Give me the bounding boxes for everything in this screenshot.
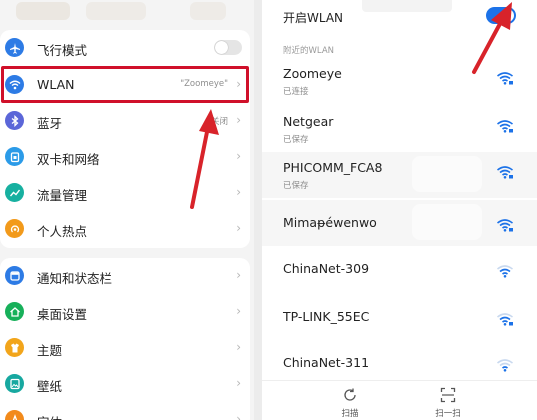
wlan-panel: 开启WLAN 附近的WLAN Zoomeye 已连接 Netgear 已保存 PHICO… (262, 0, 537, 420)
settings-item-hotspot[interactable]: 个人热点 › (0, 211, 250, 247)
bluetooth-status-value: 关闭 (210, 117, 228, 127)
settings-item-theme[interactable]: 主题 › (0, 330, 250, 366)
chevron-right-icon: › (236, 113, 241, 127)
wlan-toggle[interactable] (486, 7, 516, 24)
chart-icon (5, 183, 24, 202)
settings-item-bluetooth[interactable]: 蓝牙 关闭 › (0, 103, 250, 139)
network-status: 已保存 (283, 135, 309, 145)
network-name: PHICOMM_FCA8 (283, 160, 383, 175)
settings-item-label: 桌面设置 (37, 307, 88, 322)
wifi-signal-icon (497, 166, 513, 179)
bottom-bar: 扫描 扫一扫 (262, 380, 537, 420)
settings-item-label: 通知和状态栏 (37, 271, 113, 286)
network-name: ChinaNet-309 (283, 261, 370, 276)
wlan-toggle-row[interactable]: 开启WLAN (262, 0, 537, 38)
blur-patch (412, 204, 482, 240)
network-name: Mimaᵽéwenwo (283, 215, 377, 230)
network-name: Netgear (283, 114, 334, 129)
chevron-right-icon: › (236, 268, 241, 282)
settings-panel: 飞行模式 WLAN "Zoomeye" › 蓝牙 关闭 › 双卡和网络 › 流量… (0, 0, 262, 420)
settings-item-home-screen[interactable]: 桌面设置 › (0, 294, 250, 330)
settings-card-personalization: 通知和状态栏 › 桌面设置 › 主题 › 壁纸 › › (0, 258, 250, 420)
wifi-signal-icon (497, 359, 513, 372)
nearby-wlan-header: 附近的WLAN (283, 46, 335, 56)
wifi-signal-icon (497, 72, 513, 85)
settings-item-label: 主题 (37, 343, 63, 358)
chevron-right-icon: › (236, 221, 241, 235)
blur-patch (412, 156, 482, 192)
wifi-signal-icon (497, 219, 513, 232)
notification-icon (5, 266, 24, 285)
scan-label: 扫描 (341, 409, 359, 419)
wifi-network-item[interactable]: Zoomeye 已连接 (262, 58, 537, 104)
qr-scan-label: 扫一扫 (435, 409, 461, 419)
wlan-toggle-label: 开启WLAN (283, 11, 344, 25)
network-name: ChinaNet-311 (283, 355, 370, 370)
network-name: TP-LINK_55EC (283, 309, 370, 324)
home-icon (5, 302, 24, 321)
wifi-signal-icon (497, 313, 513, 326)
settings-item-dual-sim[interactable]: 双卡和网络 › (0, 139, 250, 175)
hotspot-icon (5, 219, 24, 238)
network-status: 已连接 (283, 87, 309, 97)
chevron-right-icon: › (236, 149, 241, 163)
chevron-right-icon: › (236, 376, 241, 390)
scan-button[interactable]: 扫描 (320, 387, 380, 419)
network-name: Zoomeye (283, 66, 342, 81)
settings-item-label: 双卡和网络 (37, 152, 100, 167)
wifi-network-item[interactable]: ChinaNet-309 (262, 246, 537, 292)
scan-icon (440, 387, 456, 403)
wifi-signal-icon (497, 265, 513, 278)
airplane-icon (5, 38, 24, 57)
wifi-network-item[interactable]: Netgear 已保存 (262, 106, 537, 152)
wlan-highlight-box (1, 66, 249, 103)
chevron-right-icon: › (236, 185, 241, 199)
bluetooth-icon (5, 111, 24, 130)
wallpaper-icon (5, 374, 24, 393)
theme-icon (5, 338, 24, 357)
wifi-network-item[interactable]: TP-LINK_55EC (262, 294, 537, 340)
settings-card-connectivity: 飞行模式 WLAN "Zoomeye" › 蓝牙 关闭 › 双卡和网络 › 流量… (0, 30, 250, 248)
wifi-network-item[interactable]: PHICOMM_FCA8 已保存 (262, 152, 537, 198)
settings-item-data-usage[interactable]: 流量管理 › (0, 175, 250, 211)
settings-item-airplane[interactable]: 飞行模式 (0, 30, 250, 66)
chevron-right-icon: › (236, 304, 241, 318)
settings-item-label: 个人热点 (37, 224, 88, 239)
dual-sim-icon (5, 147, 24, 166)
settings-item-label: 流量管理 (37, 188, 88, 203)
settings-item-label: 蓝牙 (37, 116, 63, 131)
chevron-right-icon: › (236, 340, 241, 354)
settings-item-label: 飞行模式 (37, 43, 88, 58)
settings-item-font[interactable]: 字体 › (0, 402, 250, 420)
airplane-toggle[interactable] (214, 40, 242, 55)
settings-item-notifications[interactable]: 通知和状态栏 › (0, 258, 250, 294)
font-icon (5, 410, 24, 420)
settings-item-wallpaper[interactable]: 壁纸 › (0, 366, 250, 402)
refresh-icon (344, 388, 356, 401)
network-status: 已保存 (283, 181, 309, 191)
qr-scan-button[interactable]: 扫一扫 (418, 387, 478, 419)
wifi-signal-icon (497, 120, 513, 133)
blurred-header (0, 0, 262, 24)
settings-item-label: 字体 (37, 412, 62, 420)
wifi-network-item[interactable]: Mimaᵽéwenwo (262, 200, 537, 246)
chevron-right-icon: › (236, 412, 241, 420)
settings-item-label: 壁纸 (37, 379, 63, 394)
